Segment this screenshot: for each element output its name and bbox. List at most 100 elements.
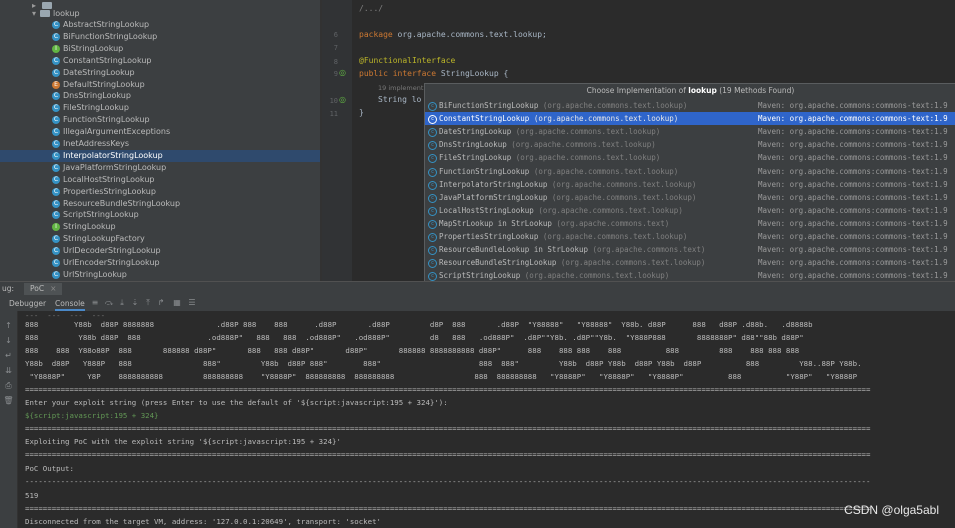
step-over-icon[interactable]: ⤼ — [104, 297, 114, 309]
package-name: org.apache.commons.text.lookup; — [392, 30, 547, 39]
tree-item[interactable]: C InterpolatorStringLookup — [0, 149, 320, 162]
tree-item[interactable]: C UrlDecoderStringLookup — [0, 245, 320, 257]
console-output[interactable]: 888 Y88b d88P 8888888 .d88P 888 888 .d88… — [18, 311, 955, 528]
implementation-item[interactable]: c ResourceBundleLookup in StrLookup (org.… — [425, 243, 955, 256]
implementation-item[interactable]: c MapStrLookup in StrLookup (org.apache.c… — [425, 217, 955, 230]
console-line: "Y8888P" Y8P 8888888888 888888888 "Y8888… — [25, 372, 858, 381]
implementation-class: ResourceBundleLookup in StrLookup — [439, 245, 589, 255]
class-icon: C — [52, 235, 60, 244]
tree-item[interactable]: C InetAddressKeys — [0, 138, 320, 150]
evaluate-icon[interactable]: ▦ — [172, 297, 182, 309]
debug-toolwindow-header: ug: PoC × — [0, 281, 955, 296]
tree-item[interactable]: I BiStringLookup — [0, 43, 320, 55]
tree-item[interactable]: C DnsStringLookup — [0, 90, 320, 102]
tree-item[interactable]: C ScriptStringLookup — [0, 209, 320, 221]
tree-item[interactable]: C BiFunctionStringLookup — [0, 31, 320, 43]
implementation-library: Maven: org.apache.commons:commons-text:1… — [758, 140, 948, 150]
implementation-item[interactable]: c FunctionStringLookup (org.apache.common… — [425, 165, 955, 178]
implementation-item[interactable]: c BiFunctionStringLookup (org.apache.comm… — [425, 99, 955, 112]
tree-item[interactable]: I StringLookup — [0, 221, 320, 233]
class-icon: c — [428, 246, 437, 256]
soft-wrap-icon[interactable]: ↵ — [3, 350, 14, 361]
implementation-item[interactable]: c LocalHostStringLookup (org.apache.commo… — [425, 204, 955, 217]
tab-console[interactable]: Console — [55, 296, 85, 311]
code-method-line: String lo — [378, 95, 422, 104]
implemented-gutter-icon[interactable]: ◎ — [339, 68, 346, 77]
implementation-name: PropertiesStringLookup (org.apache.commo… — [439, 230, 687, 243]
tree-item[interactable]: C FunctionStringLookup — [0, 114, 320, 126]
close-icon[interactable]: × — [50, 284, 56, 293]
implementation-item[interactable]: c JavaPlatformStringLookup (org.apache.co… — [425, 191, 955, 204]
tree-item[interactable]: C IllegalArgumentExceptions — [0, 126, 320, 138]
line-number: 6 — [333, 31, 338, 39]
popup-title-prefix: Choose Implementation of — [586, 86, 689, 95]
tree-item[interactable]: C StringLookupFactory — [0, 233, 320, 245]
class-icon: c — [428, 115, 437, 125]
implementation-item[interactable]: c DnsStringLookup (org.apache.commons.tex… — [425, 138, 955, 151]
tree-item-label: DnsStringLookup — [63, 91, 131, 101]
implementation-package: (org.apache.commons.text) — [588, 245, 706, 255]
tree-item[interactable]: C DateStringLookup — [0, 67, 320, 79]
project-tree: ▸ ▾ lookup C AbstractStringLookup C BiFunct… — [0, 0, 320, 281]
console-side-toolbar: ↑ ↓ ↵ ⇊ ⎙ 🗑 — [0, 311, 18, 528]
implementation-item[interactable]: c ConstantStringLookup (org.apache.common… — [425, 112, 955, 126]
run-tab-poc[interactable]: PoC × — [24, 283, 63, 295]
trash-icon[interactable]: 🗑 — [3, 395, 14, 406]
step-into-icon[interactable]: ⤓ — [117, 297, 127, 309]
debug-label: ug: — [2, 284, 15, 293]
implementation-item[interactable]: c ResourceBundleStringLookup (org.apache.… — [425, 256, 955, 269]
arrow-down-icon[interactable]: ↓ — [3, 335, 14, 346]
line-number: 9 — [333, 70, 338, 78]
tree-item[interactable]: C UrlStringLookup — [0, 269, 320, 281]
class-icon: C — [52, 175, 60, 184]
frames-icon[interactable]: ☰ — [187, 297, 197, 309]
tree-item[interactable]: C ResourceBundleStringLookup — [0, 198, 320, 210]
implementation-package: (org.apache.commons.text.lookup) — [533, 205, 683, 215]
implementation-name: FileStringLookup (org.apache.commons.tex… — [439, 151, 660, 164]
tree-item[interactable]: C PropertiesStringLookup — [0, 186, 320, 198]
tree-item[interactable]: C FileStringLookup — [0, 102, 320, 114]
tree-item[interactable]: C JavaPlatformStringLookup — [0, 162, 320, 174]
class-icon: C — [52, 92, 60, 101]
menu-icon[interactable]: ≡ — [90, 297, 100, 309]
step-out-icon[interactable]: ⤒ — [143, 297, 153, 309]
implementation-library: Maven: org.apache.commons:commons-text:1… — [758, 101, 948, 110]
implementation-library: Maven: org.apache.commons:commons-text:1… — [758, 245, 948, 255]
console-line: ${script:javascript:195 + 324} — [25, 411, 159, 420]
console-line: 888 888 Y88o88P 888 888888 d88P" 888 888… — [25, 346, 800, 355]
tree-item-label: BiStringLookup — [63, 43, 124, 53]
class-icon: c — [428, 141, 437, 151]
force-step-into-icon[interactable]: ⇣ — [130, 297, 140, 309]
implementation-item[interactable]: c InterpolatorStringLookup (org.apache.co… — [425, 178, 955, 191]
class-icon: C — [52, 104, 60, 113]
code-close-brace: } — [359, 108, 364, 117]
arrow-up-icon[interactable]: ↑ — [3, 320, 14, 331]
tree-item[interactable]: C LocalHostStringLookup — [0, 174, 320, 186]
tree-item[interactable]: E DefaultStringLookup — [0, 79, 320, 91]
implementation-package: (org.apache.commons.text.lookup) — [547, 192, 697, 202]
class-icon: c — [428, 128, 437, 138]
implementations-hint[interactable]: 19 implement — [378, 84, 423, 92]
implemented-method-gutter-icon[interactable]: ◎ — [339, 95, 346, 104]
tree-item[interactable]: C AbstractStringLookup — [0, 19, 320, 31]
watermark: CSDN @olga5abl — [844, 503, 939, 517]
code-declaration-line: public interface StringLookup { — [359, 69, 508, 78]
tab-debugger[interactable]: Debugger — [9, 296, 46, 311]
class-icon: c — [428, 167, 437, 177]
implementation-package: (org.apache.commons.text.lookup) — [538, 232, 688, 241]
scroll-to-end-icon[interactable]: ⇊ — [3, 365, 14, 376]
class-icon: C — [52, 128, 60, 137]
implementation-item[interactable]: c DateStringLookup (org.apache.commons.te… — [425, 125, 955, 138]
line-number: 7 — [333, 44, 338, 52]
implementation-class: FunctionStringLookup — [439, 166, 530, 176]
popup-title-suffix: (19 Methods Found) — [716, 86, 795, 95]
class-icon: C — [52, 32, 60, 41]
run-to-cursor-icon[interactable]: ↱ — [156, 297, 166, 309]
tree-item[interactable]: C UrlEncoderStringLookup — [0, 257, 320, 269]
print-icon[interactable]: ⎙ — [3, 380, 14, 391]
tree-item[interactable]: C ConstantStringLookup — [0, 55, 320, 67]
implementation-item[interactable]: c FileStringLookup (org.apache.commons.te… — [425, 151, 955, 164]
tree-item-label: ResourceBundleStringLookup — [63, 198, 181, 208]
implementation-item[interactable]: c PropertiesStringLookup (org.apache.comm… — [425, 230, 955, 243]
console-line: ========================================… — [25, 385, 871, 394]
